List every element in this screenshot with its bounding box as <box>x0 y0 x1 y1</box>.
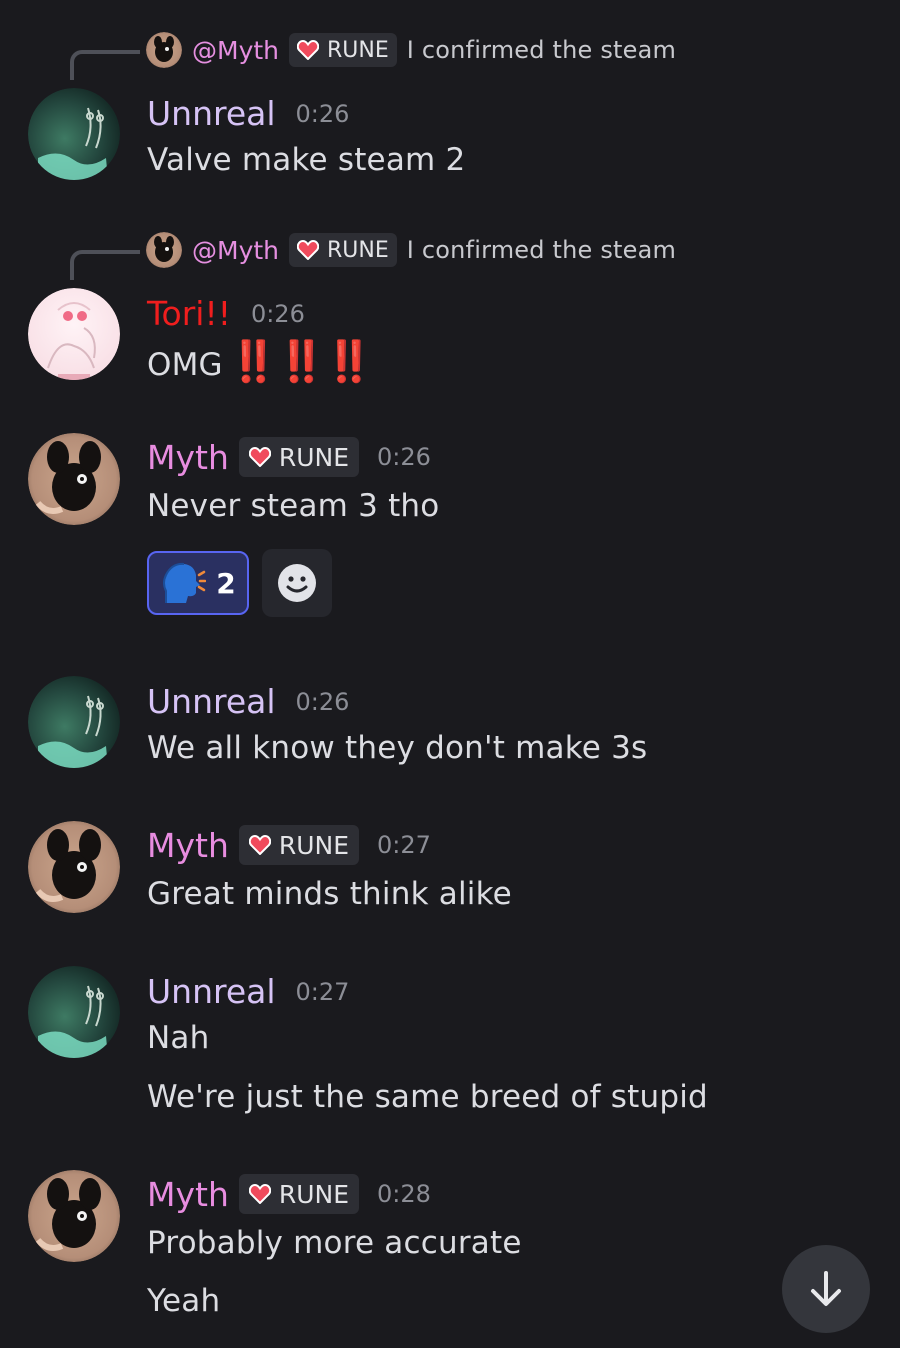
speaking-head-emoji-icon <box>163 562 207 603</box>
reply-connector <box>70 50 140 80</box>
message-text: Yeah <box>147 1283 221 1319</box>
username[interactable]: Myth <box>147 438 229 477</box>
role-tag-label: RUNE <box>327 37 389 63</box>
message-text: Great minds think alike <box>147 876 512 912</box>
reaction-pill[interactable]: 2 <box>147 551 249 615</box>
role-tag: RUNE <box>238 437 360 477</box>
username[interactable]: Myth <box>147 1175 229 1214</box>
avatar-unreal[interactable] <box>28 676 120 768</box>
timestamp: 0:26 <box>377 443 431 471</box>
reply-preview-text: I confirmed the steam <box>406 36 677 64</box>
heart-icon <box>297 240 320 260</box>
role-tag: RUNE <box>238 1174 360 1214</box>
jump-to-latest-button[interactable] <box>782 1245 870 1333</box>
username[interactable]: Unnreal <box>147 972 276 1011</box>
avatar-unreal[interactable] <box>28 88 120 180</box>
timestamp: 0:27 <box>295 977 350 1006</box>
heart-icon <box>248 1184 271 1204</box>
reply-avatar-myth <box>146 232 182 268</box>
chat-message-list: @Myth RUNE I confirmed the steam Unnreal… <box>0 0 900 1348</box>
role-tag-label: RUNE <box>278 830 350 860</box>
reply-mention[interactable]: @Myth <box>192 36 279 65</box>
add-reaction-button[interactable] <box>262 549 332 617</box>
avatar-myth[interactable] <box>28 1170 120 1262</box>
message-text: Valve make steam 2 <box>147 142 466 178</box>
username[interactable]: Myth <box>147 826 229 865</box>
arrow-down-icon <box>811 1271 841 1306</box>
timestamp: 0:26 <box>295 687 350 716</box>
role-tag-label: RUNE <box>278 1179 350 1209</box>
role-tag: RUNE <box>289 233 397 267</box>
message-text: Never steam 3 tho <box>147 488 440 524</box>
heart-icon <box>248 835 271 855</box>
message-text: We all know they don't make 3s <box>147 730 648 766</box>
role-tag: RUNE <box>238 825 360 865</box>
message-text: We're just the same breed of stupid <box>147 1079 708 1115</box>
username[interactable]: Unnreal <box>147 94 276 133</box>
reply-connector <box>70 250 140 280</box>
username[interactable]: Unnreal <box>147 682 276 721</box>
username[interactable]: Tori!! <box>147 294 231 333</box>
reply-preview-text: I confirmed the steam <box>406 236 677 264</box>
reaction-count: 2 <box>216 566 236 600</box>
reply-mention[interactable]: @Myth <box>192 236 279 265</box>
message-text: OMG ‼️‼️‼️ <box>147 338 374 385</box>
role-tag-label: RUNE <box>278 442 350 472</box>
heart-icon <box>248 447 271 467</box>
timestamp: 0:26 <box>250 299 305 328</box>
avatar-myth[interactable] <box>28 821 120 913</box>
avatar-myth[interactable] <box>28 433 120 525</box>
avatar-tori[interactable] <box>28 288 120 380</box>
message-text: Probably more accurate <box>147 1225 522 1261</box>
message-text-content: OMG <box>147 347 223 383</box>
timestamp: 0:28 <box>377 1180 431 1208</box>
reply-avatar-myth <box>146 32 182 68</box>
message-text: Nah <box>147 1020 210 1056</box>
heart-icon <box>297 40 320 60</box>
smiley-icon <box>278 564 316 602</box>
timestamp: 0:27 <box>377 831 431 859</box>
role-tag-label: RUNE <box>327 237 389 263</box>
avatar-unreal[interactable] <box>28 966 120 1058</box>
role-tag: RUNE <box>289 33 397 67</box>
double-exclamation-emoji: ‼️‼️‼️ <box>228 339 374 385</box>
timestamp: 0:26 <box>295 99 350 128</box>
